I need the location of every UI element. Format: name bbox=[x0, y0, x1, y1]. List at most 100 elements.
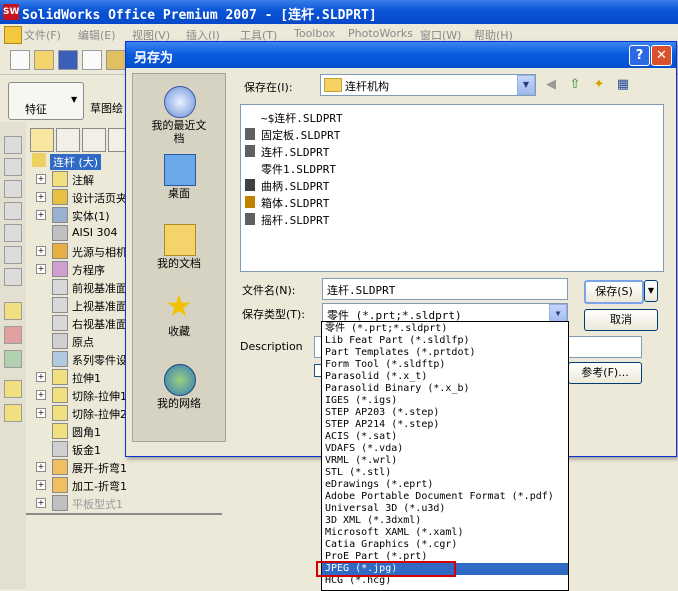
expand-icon[interactable]: + bbox=[36, 264, 46, 274]
view-icon[interactable] bbox=[4, 180, 22, 198]
options-icon[interactable] bbox=[106, 50, 126, 70]
cut-icon[interactable] bbox=[4, 404, 22, 422]
sketch-icon[interactable] bbox=[4, 302, 22, 320]
view-icon[interactable] bbox=[4, 268, 22, 286]
tree-item[interactable]: + 加工-折弯1 bbox=[26, 476, 222, 494]
back-icon[interactable]: ◀ bbox=[542, 76, 560, 94]
place-desktop[interactable]: 桌面 bbox=[133, 154, 225, 214]
filetype-option[interactable]: Microsoft XAML (*.xaml) bbox=[322, 527, 568, 539]
dialog-title: 另存为 bbox=[134, 51, 174, 66]
feature-icon bbox=[52, 243, 68, 259]
place-my-documents[interactable]: 我的文档 bbox=[133, 224, 225, 284]
filetype-option[interactable]: Part Templates (*.prtdot) bbox=[322, 347, 568, 359]
tree-item-label: 方程序 bbox=[72, 264, 105, 277]
print-icon[interactable] bbox=[82, 50, 102, 70]
filetype-option[interactable]: VDAFS (*.vda) bbox=[322, 443, 568, 455]
filetype-options-list[interactable]: 零件 (*.prt;*.sldprt) Lib Feat Part (*.sldl… bbox=[321, 321, 569, 591]
file-list[interactable]: ~$连杆.SLDPRT 固定板.SLDPRT 连杆.SLDPRT 零件1.SLDPRT… bbox=[240, 104, 664, 272]
view-icon[interactable] bbox=[4, 136, 22, 154]
expand-icon[interactable]: + bbox=[36, 408, 46, 418]
menu-photoworks[interactable]: PhotoWorks bbox=[348, 27, 413, 40]
view-icon[interactable] bbox=[4, 224, 22, 242]
part-file-icon bbox=[245, 162, 255, 174]
save-button[interactable]: 保存(S) bbox=[584, 280, 644, 304]
filetype-option[interactable]: STEP AP203 (*.step) bbox=[322, 407, 568, 419]
tree-rollback-bar[interactable] bbox=[26, 513, 222, 515]
place-favorites[interactable]: ★ 收藏 bbox=[133, 292, 225, 352]
chevron-down-icon[interactable]: ▼ bbox=[71, 95, 77, 104]
relation-icon[interactable] bbox=[4, 350, 22, 368]
tree-item-label: 光源与相机 bbox=[72, 246, 127, 259]
view-icon[interactable] bbox=[4, 158, 22, 176]
references-button[interactable]: 参考(F)... bbox=[568, 362, 642, 384]
filetype-option[interactable]: 3D XML (*.3dxml) bbox=[322, 515, 568, 527]
configuration-tab-icon[interactable] bbox=[82, 128, 106, 152]
filetype-option[interactable]: 零件 (*.prt;*.sldprt) bbox=[322, 323, 568, 335]
expand-icon[interactable]: + bbox=[36, 174, 46, 184]
tree-item-label: 右视基准面 bbox=[72, 318, 127, 331]
open-icon[interactable] bbox=[34, 50, 54, 70]
view-icon[interactable] bbox=[4, 202, 22, 220]
filetype-option[interactable]: Parasolid (*.x_t) bbox=[322, 371, 568, 383]
extrude-icon[interactable] bbox=[4, 380, 22, 398]
filetype-option[interactable]: STEP AP214 (*.step) bbox=[322, 419, 568, 431]
filename-input[interactable]: 连杆.SLDPRT bbox=[322, 278, 568, 300]
feature-manager-tabs bbox=[30, 128, 140, 154]
menu-edit[interactable]: 编辑(E) bbox=[78, 27, 116, 43]
filetype-option[interactable]: eDrawings (*.eprt) bbox=[322, 479, 568, 491]
filetype-option[interactable]: Catia Graphics (*.cgr) bbox=[322, 539, 568, 551]
expand-icon[interactable]: + bbox=[36, 498, 46, 508]
star-icon: ★ bbox=[165, 289, 193, 324]
filename-label: 文件名(N): bbox=[242, 284, 296, 297]
close-button[interactable]: ✕ bbox=[651, 45, 672, 66]
features-button[interactable]: 特征 ▼ bbox=[8, 82, 84, 120]
filetype-option[interactable]: Form Tool (*.sldftp) bbox=[322, 359, 568, 371]
place-network[interactable]: 我的网络 bbox=[133, 364, 225, 426]
save-in-dropdown[interactable]: 连杆机构 ▼ bbox=[320, 74, 536, 96]
filetype-option[interactable]: STL (*.stl) bbox=[322, 467, 568, 479]
expand-icon[interactable]: + bbox=[36, 246, 46, 256]
feature-tree-tab-icon[interactable] bbox=[30, 128, 54, 152]
tree-item[interactable]: + 展开-折弯1 bbox=[26, 458, 222, 476]
expand-icon[interactable]: + bbox=[36, 390, 46, 400]
feature-icon bbox=[52, 369, 68, 385]
file-name: 摇杆.SLDPRT bbox=[261, 214, 330, 227]
place-recent[interactable]: 我的最近文档 bbox=[133, 86, 225, 146]
filetype-option[interactable]: Parasolid Binary (*.x_b) bbox=[322, 383, 568, 395]
expand-icon[interactable]: + bbox=[36, 462, 46, 472]
new-folder-icon[interactable]: ✦ bbox=[590, 76, 608, 94]
expand-icon[interactable]: + bbox=[36, 192, 46, 202]
help-button[interactable]: ? bbox=[629, 45, 650, 66]
place-label: 我的最近文档 bbox=[151, 119, 207, 145]
tree-item-label: 切除-拉伸1 bbox=[72, 390, 127, 403]
expand-icon[interactable]: + bbox=[36, 480, 46, 490]
menu-file[interactable]: 文件(F) bbox=[24, 27, 61, 43]
filetype-option[interactable]: ACIS (*.sat) bbox=[322, 431, 568, 443]
filetype-option[interactable]: Universal 3D (*.u3d) bbox=[322, 503, 568, 515]
cancel-button[interactable]: 取消 bbox=[584, 309, 658, 331]
expand-icon[interactable]: + bbox=[36, 210, 46, 220]
up-folder-icon[interactable]: ⇧ bbox=[566, 76, 584, 94]
filetype-label: 保存类型(T): bbox=[242, 308, 306, 321]
save-options-chevron-icon[interactable]: ▼ bbox=[644, 280, 658, 302]
tree-item[interactable]: + 平板型式1 bbox=[26, 494, 222, 512]
part-file-icon bbox=[245, 179, 255, 191]
left-toolbar bbox=[0, 122, 27, 589]
part-file-icon bbox=[245, 145, 255, 157]
expand-icon[interactable]: + bbox=[36, 372, 46, 382]
save-icon[interactable] bbox=[58, 50, 78, 70]
menu-app-icon[interactable] bbox=[4, 26, 22, 44]
new-icon[interactable] bbox=[10, 50, 30, 70]
sketch-tab-label[interactable]: 草图绘 bbox=[90, 100, 123, 116]
filetype-option[interactable]: Lib Feat Part (*.sldlfp) bbox=[322, 335, 568, 347]
chevron-down-icon[interactable]: ▼ bbox=[517, 75, 535, 95]
filetype-option[interactable]: IGES (*.igs) bbox=[322, 395, 568, 407]
filetype-option[interactable]: VRML (*.wrl) bbox=[322, 455, 568, 467]
view-icon[interactable] bbox=[4, 246, 22, 264]
property-tab-icon[interactable] bbox=[56, 128, 80, 152]
views-menu-icon[interactable]: ▦ bbox=[614, 76, 632, 94]
filetype-option[interactable]: Adobe Portable Document Format (*.pdf) bbox=[322, 491, 568, 503]
feature-icon bbox=[52, 423, 68, 439]
menu-toolbox[interactable]: Toolbox bbox=[294, 27, 335, 40]
smart-dimension-icon[interactable] bbox=[4, 326, 22, 344]
